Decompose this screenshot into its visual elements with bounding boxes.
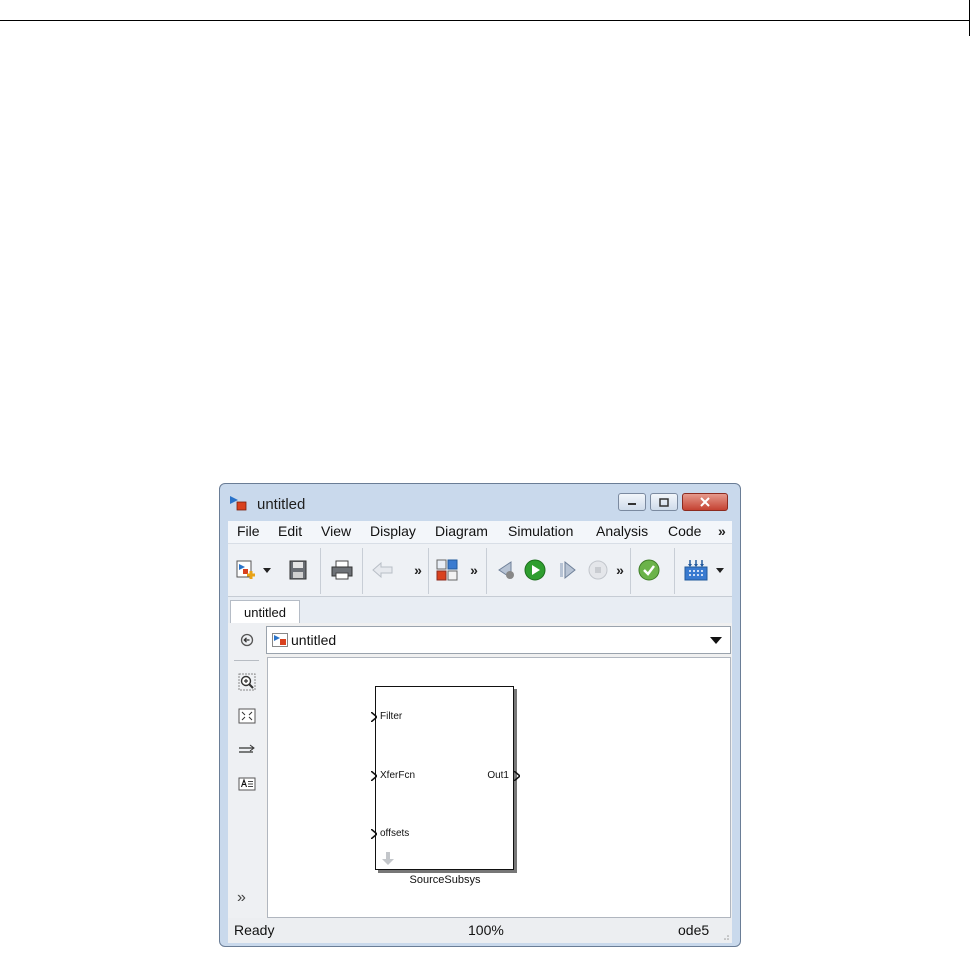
annotation-icon xyxy=(238,777,255,791)
status-solver: ode5 xyxy=(678,922,710,938)
tab-strip: untitled xyxy=(228,597,732,623)
palette-more-chevron[interactable]: » xyxy=(237,889,246,907)
run-icon xyxy=(524,559,546,581)
close-icon xyxy=(700,497,710,507)
simulink-model-icon xyxy=(272,633,288,647)
block-name-label[interactable]: SourceSubsys xyxy=(360,874,530,886)
chevron-down-icon xyxy=(716,567,724,573)
build-model-dropdown[interactable] xyxy=(714,556,726,584)
menu-analysis[interactable]: Analysis xyxy=(596,523,648,539)
output-port-arrow[interactable] xyxy=(514,771,520,781)
toolbar-overflow-chevron[interactable]: » xyxy=(468,556,480,584)
run-button[interactable] xyxy=(522,556,548,584)
back-arrow-icon xyxy=(372,562,393,578)
zoom-button[interactable] xyxy=(236,673,257,691)
menu-code[interactable]: Code xyxy=(668,523,701,539)
status-state: Ready xyxy=(234,922,275,938)
close-button[interactable] xyxy=(682,493,728,511)
menu-view[interactable]: View xyxy=(321,523,351,539)
arrows-right-icon xyxy=(238,744,255,753)
save-icon xyxy=(289,560,307,580)
maximize-icon xyxy=(659,497,669,507)
step-forward-button[interactable] xyxy=(556,556,578,584)
title-bar[interactable]: untitled xyxy=(220,484,740,521)
toolbar-separator xyxy=(486,548,487,594)
address-bar[interactable]: untitled xyxy=(266,626,731,654)
stop-button[interactable] xyxy=(586,556,610,584)
build-model-button[interactable] xyxy=(682,556,710,584)
palette-sidebar: » xyxy=(228,623,265,918)
model-advisor-button[interactable] xyxy=(636,556,662,584)
toolbar-separator xyxy=(630,548,631,594)
toolbar-overflow-chevron[interactable]: » xyxy=(412,556,424,584)
fit-to-view-icon xyxy=(238,708,255,724)
route-lines-button[interactable] xyxy=(236,741,257,759)
input-port-label: XferFcn xyxy=(380,770,416,781)
toolbar-overflow-chevron[interactable]: » xyxy=(614,556,626,584)
output-port-label: Out1 xyxy=(487,770,509,781)
address-dropdown-arrow[interactable] xyxy=(710,637,722,644)
step-back-icon xyxy=(498,561,514,579)
subsystem-block[interactable]: Filter XferFcn offsets Out1 xyxy=(371,686,520,870)
menu-diagram[interactable]: Diagram xyxy=(435,523,488,539)
minimize-button[interactable] xyxy=(618,493,646,511)
toolbar: » » » xyxy=(228,543,732,597)
new-model-icon xyxy=(236,560,255,579)
down-arrow-icon xyxy=(382,852,394,865)
input-port-label: offsets xyxy=(380,828,410,839)
menu-file[interactable]: File xyxy=(237,523,260,539)
page-header-rule xyxy=(0,0,969,21)
simulink-model-icon xyxy=(230,496,247,511)
menu-bar: File Edit View Display Diagram Simulatio… xyxy=(228,521,732,543)
menu-simulation[interactable]: Simulation xyxy=(508,523,573,539)
hide-explorer-button[interactable] xyxy=(236,631,257,649)
simulink-window: untitled File Edit View Display Diagram … xyxy=(219,483,741,947)
library-browser-button[interactable] xyxy=(434,556,460,584)
page-header-tick xyxy=(969,0,970,36)
maximize-button[interactable] xyxy=(650,493,678,511)
address-model-name: untitled xyxy=(291,632,337,648)
input-port-arrow[interactable] xyxy=(371,771,377,781)
annotation-button[interactable] xyxy=(236,775,257,793)
new-model-button[interactable] xyxy=(234,556,258,584)
tab-label: untitled xyxy=(244,604,286,620)
zoom-in-icon xyxy=(238,673,255,691)
menu-edit[interactable]: Edit xyxy=(278,523,302,539)
input-port-arrow[interactable] xyxy=(371,829,377,839)
print-button[interactable] xyxy=(328,556,356,584)
checkmark-icon xyxy=(638,559,660,581)
toolbar-separator xyxy=(320,548,321,594)
fit-to-view-button[interactable] xyxy=(236,707,257,725)
input-port-label: Filter xyxy=(380,711,403,722)
window-title: untitled xyxy=(257,496,306,513)
chevron-down-icon xyxy=(263,567,271,573)
save-button[interactable] xyxy=(286,556,310,584)
status-bar: Ready 100% ode5 xyxy=(228,918,732,943)
stop-icon xyxy=(588,560,608,580)
palette-divider xyxy=(234,660,259,661)
circle-arrow-left-icon xyxy=(240,633,253,647)
menu-overflow-chevron[interactable]: » xyxy=(718,523,726,539)
library-browser-icon xyxy=(436,559,458,581)
resize-grip-icon[interactable] xyxy=(720,931,730,941)
new-model-dropdown[interactable] xyxy=(261,556,273,584)
toolbar-separator xyxy=(362,548,363,594)
minimize-icon xyxy=(628,503,636,505)
toolbar-separator xyxy=(428,548,429,594)
input-port-arrow[interactable] xyxy=(371,712,377,722)
printer-icon xyxy=(331,560,353,580)
status-zoom: 100% xyxy=(468,922,504,938)
step-forward-icon xyxy=(560,560,576,580)
step-back-button[interactable] xyxy=(494,556,518,584)
menu-display[interactable]: Display xyxy=(370,523,416,539)
back-button[interactable] xyxy=(370,556,396,584)
tab-untitled[interactable]: untitled xyxy=(230,600,300,623)
toolbar-separator xyxy=(674,548,675,594)
build-icon xyxy=(684,560,708,581)
